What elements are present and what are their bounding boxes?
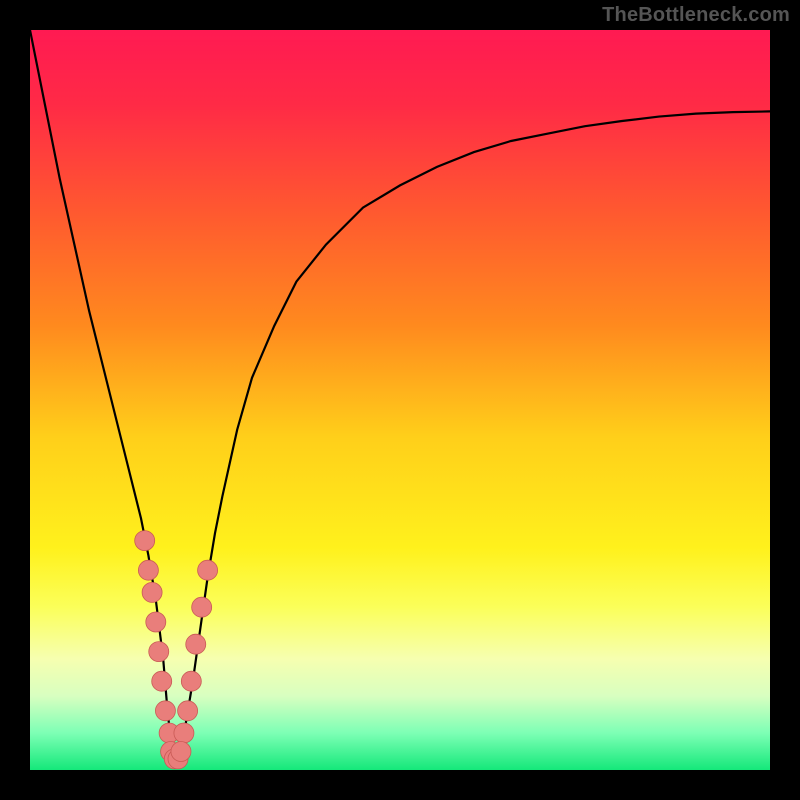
data-point (155, 701, 175, 721)
data-point (178, 701, 198, 721)
gradient-background (30, 30, 770, 770)
data-point (198, 560, 218, 580)
data-point (135, 531, 155, 551)
data-point (174, 723, 194, 743)
data-point (152, 671, 172, 691)
data-point (146, 612, 166, 632)
data-point (181, 671, 201, 691)
data-point (142, 582, 162, 602)
data-point (192, 597, 212, 617)
data-point (138, 560, 158, 580)
data-point (149, 642, 169, 662)
chart-stage: TheBottleneck.com (0, 0, 800, 800)
bottleneck-chart (30, 30, 770, 770)
data-point (186, 634, 206, 654)
data-point (171, 742, 191, 762)
branding-watermark: TheBottleneck.com (602, 4, 790, 27)
